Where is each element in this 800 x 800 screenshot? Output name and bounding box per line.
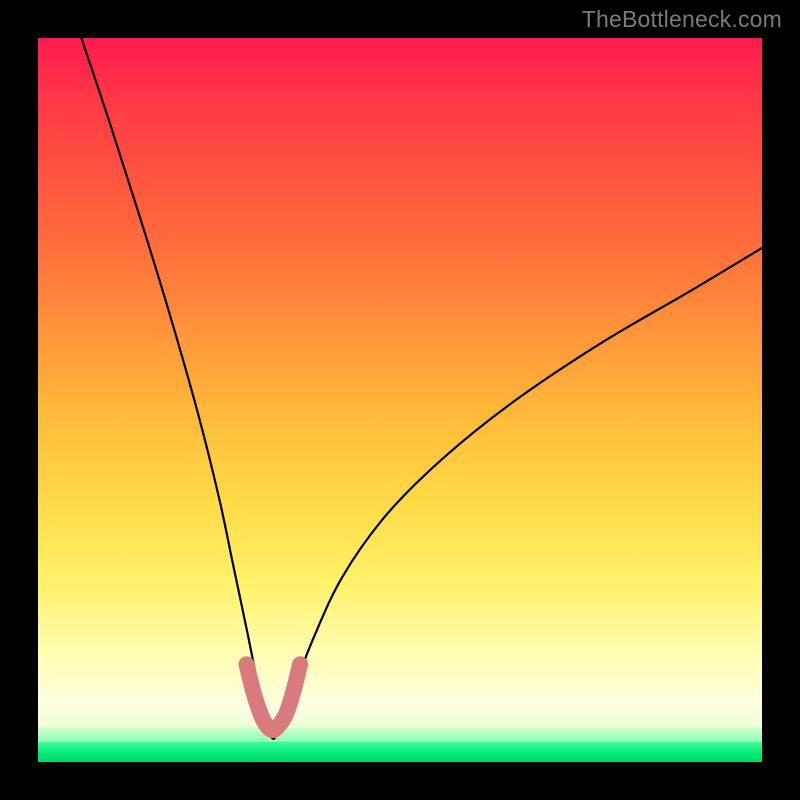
bottleneck-curve-path (81, 38, 762, 739)
min-band-marker-path (247, 664, 301, 730)
chart-frame: TheBottleneck.com (0, 0, 800, 800)
watermark-text: TheBottleneck.com (582, 6, 782, 33)
curve-layer (38, 38, 762, 762)
plot-area (38, 38, 762, 762)
